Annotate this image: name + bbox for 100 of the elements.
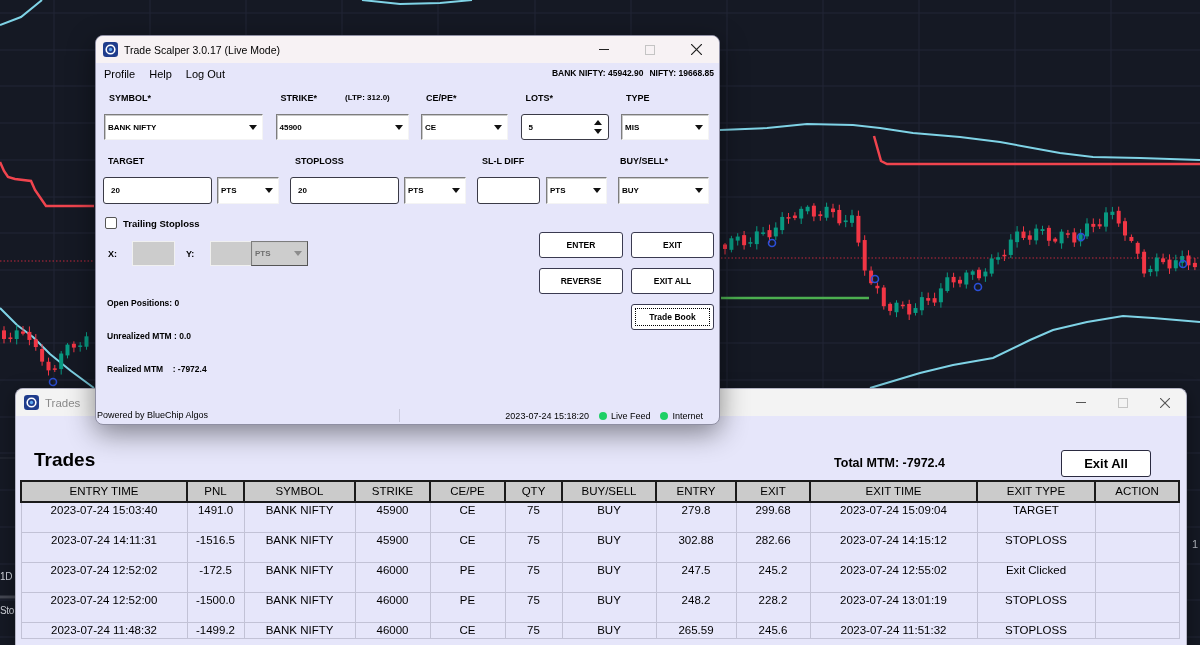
bearish-candle: [1142, 248, 1147, 278]
bearish-candle: [1072, 227, 1077, 248]
table-cell: 46000: [355, 622, 430, 639]
dropdown[interactable]: PTS: [546, 177, 607, 204]
field-label: CE/PE*: [426, 92, 457, 103]
dropdown[interactable]: CE: [421, 114, 508, 140]
table-cell: 265.59: [656, 622, 736, 639]
close-icon[interactable]: [690, 44, 702, 55]
table-cell: TARGET: [977, 502, 1095, 533]
app-logo-icon: [24, 395, 39, 410]
table-cell: 2023-07-24 12:52:02: [21, 562, 187, 593]
column-header: EXIT: [736, 481, 810, 502]
bearish-candle: [818, 210, 823, 222]
table-cell: BANK NIFTY: [244, 592, 355, 623]
bearish-candle: [977, 266, 981, 281]
close-icon[interactable]: [1160, 397, 1170, 408]
spin-down-icon[interactable]: [593, 129, 602, 134]
checkbox[interactable]: [105, 217, 117, 229]
text-field[interactable]: 20: [290, 177, 399, 204]
caret-down-icon: [695, 124, 703, 130]
dropdown[interactable]: PTS: [404, 177, 466, 204]
table-cell: STOPLOSS: [977, 622, 1095, 639]
action-button[interactable]: EXIT: [631, 232, 714, 258]
action-button[interactable]: ENTER: [539, 232, 623, 258]
table-cell: STOPLOSS: [977, 532, 1095, 563]
circle-marker-icon: [48, 377, 58, 387]
table-cell: BUY: [562, 622, 656, 639]
column-header: CE/PE: [430, 481, 505, 502]
caret-down-icon: [294, 251, 302, 256]
field-label: TYPE: [626, 92, 650, 103]
field-label: TARGET: [108, 155, 145, 166]
bullish-candle: [1078, 228, 1083, 247]
table-cell: 2023-07-24 12:52:00: [21, 592, 187, 623]
bearish-candle: [811, 202, 816, 222]
text-field[interactable]: 20: [103, 177, 212, 204]
table-cell: -1500.0: [187, 592, 244, 623]
table-cell: 279.8: [656, 502, 736, 533]
spin-up-icon[interactable]: [593, 120, 602, 125]
status-label: Live Feed: [610, 410, 651, 421]
table-cell: BANK NIFTY: [244, 562, 355, 593]
status-label: Internet: [672, 410, 703, 421]
bullish-candle: [1059, 228, 1064, 250]
table-cell: 75: [505, 622, 562, 639]
table-cell: 247.5: [656, 562, 736, 593]
bearish-candle: [1116, 206, 1121, 228]
circle-marker-icon: [1076, 232, 1086, 242]
spin-box[interactable]: 5: [520, 114, 609, 140]
table-cell: 2023-07-24 15:09:04: [810, 502, 977, 533]
dropdown[interactable]: BANK NIFTY: [104, 114, 263, 140]
text-field[interactable]: [477, 177, 540, 204]
bearish-candle: [888, 301, 893, 316]
table-cell: 2023-07-24 12:55:02: [810, 562, 977, 593]
table-cell: 75: [505, 532, 562, 563]
bullish-candle: [1180, 250, 1185, 268]
bullish-candle: [761, 226, 766, 237]
page-heading: Trades: [34, 448, 96, 471]
menu-item[interactable]: Profile: [104, 67, 136, 81]
table-cell: 228.2: [736, 592, 810, 623]
bearish-candle: [1046, 224, 1051, 247]
table-cell: BANK NIFTY: [244, 502, 355, 533]
circle-marker-icon: [870, 274, 880, 284]
field-label: STRIKE*: [280, 92, 317, 103]
bullish-candle: [945, 271, 950, 294]
action-button[interactable]: EXIT ALL: [631, 268, 714, 294]
caret-down-icon: [265, 188, 273, 193]
table-cell: STOPLOSS: [977, 592, 1095, 623]
table-cell: PE: [430, 592, 505, 623]
dropdown[interactable]: MIS: [621, 114, 709, 140]
table-cell: 2023-07-24 14:15:12: [810, 532, 977, 563]
bullish-candle: [996, 251, 1001, 265]
window-title: Trade Scalper 3.0.17 (Live Mode): [124, 43, 281, 56]
ltp-note: (LTP: 312.0): [345, 93, 390, 102]
table-cell: CE: [430, 622, 505, 639]
table-cell: BUY: [562, 592, 656, 623]
bearish-candle: [21, 325, 25, 336]
field-label: Y:: [186, 248, 196, 259]
action-button[interactable]: REVERSE: [539, 268, 623, 294]
menu-item[interactable]: Help: [149, 67, 172, 81]
column-header: ACTION: [1095, 481, 1179, 502]
dropdown[interactable]: 45900: [275, 114, 409, 140]
exit-all-button[interactable]: Exit All: [1061, 449, 1151, 477]
bearish-candle: [767, 224, 772, 244]
bullish-candle: [1173, 254, 1178, 272]
bearish-candle: [71, 340, 76, 353]
circle-marker-icon: [767, 238, 777, 248]
bullish-candle: [14, 324, 19, 345]
caret-down-icon: [394, 124, 403, 130]
bearish-candle: [2, 325, 6, 344]
bullish-candle: [1104, 206, 1108, 233]
table-cell: 75: [505, 502, 562, 533]
bearish-candle: [907, 299, 912, 321]
action-button[interactable]: Trade Book: [631, 304, 714, 330]
dropdown[interactable]: BUY: [618, 177, 709, 204]
column-header: ENTRY TIME: [21, 481, 187, 502]
table-cell: 245.6: [736, 622, 810, 639]
index-quote: NIFTY: 19668.85: [649, 68, 714, 78]
bullish-candle: [773, 221, 778, 241]
dropdown[interactable]: PTS: [217, 177, 279, 204]
menu-item[interactable]: Log Out: [185, 67, 225, 81]
field-label: SYMBOL*: [109, 92, 151, 103]
